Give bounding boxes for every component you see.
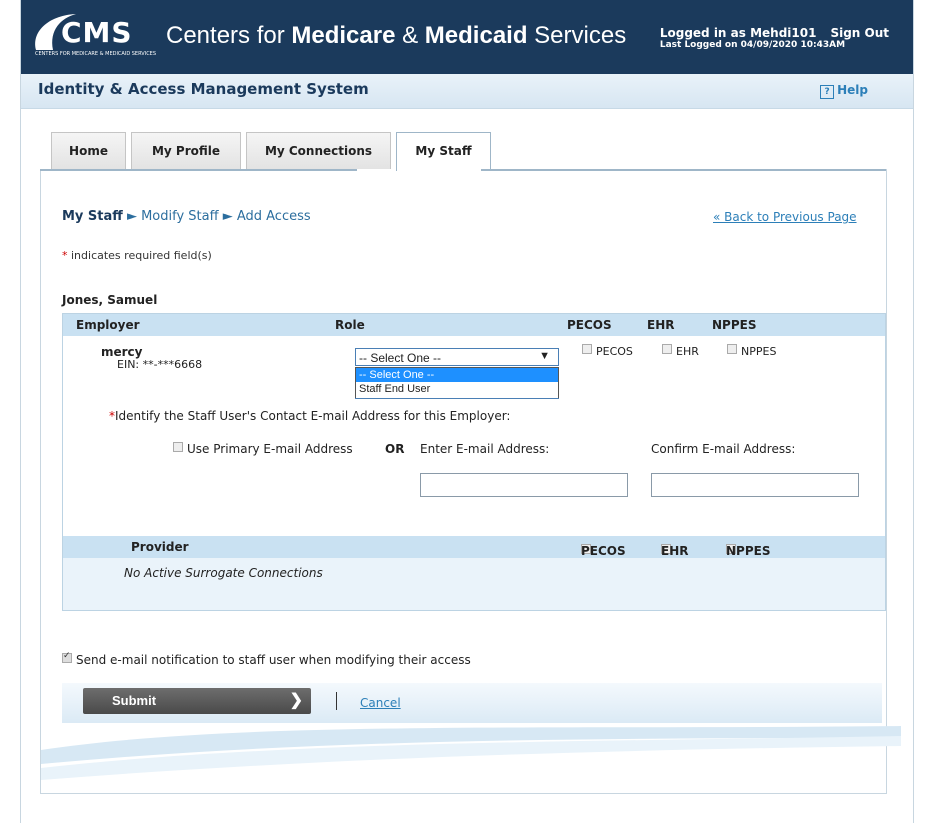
page-shell: CMS CENTERS FOR MEDICARE & MEDICAID SERV…: [20, 0, 914, 823]
email-prompt: *Identify the Staff User's Contact E-mai…: [109, 409, 510, 423]
role-select[interactable]: -- Select One -- ▼: [355, 348, 559, 366]
breadcrumb-root[interactable]: My Staff: [62, 209, 123, 224]
pecos-checkbox[interactable]: PECOS: [582, 344, 633, 358]
col-ehr: EHR: [647, 318, 675, 332]
logged-in-user: Logged in as Mehdi101: [659, 26, 817, 40]
provider-pecos-label: PECOS: [581, 544, 626, 558]
submit-label: Submit: [112, 693, 157, 708]
logo-text: CMS: [61, 16, 133, 49]
col-nppes: NPPES: [712, 318, 757, 332]
logo-subtext: CENTERS FOR MEDICARE & MEDICAID SERVICES: [35, 51, 157, 57]
provider-ehr-label: EHR: [661, 544, 689, 558]
login-info: Logged in as Mehdi101 Sign Out Last Logge…: [660, 26, 889, 50]
required-note-text: indicates required field(s): [67, 249, 212, 262]
col-provider: Provider: [131, 540, 189, 554]
enter-email-label: Enter E-mail Address:: [420, 442, 550, 456]
use-primary-email-checkbox[interactable]: Use Primary E-mail Address: [173, 442, 353, 456]
action-divider: [336, 692, 337, 710]
tab-my-staff[interactable]: My Staff: [396, 132, 491, 171]
dropdown-arrow-icon: ▼: [539, 350, 550, 362]
help-link[interactable]: ? Help: [820, 83, 868, 99]
checkbox-icon: [173, 442, 183, 452]
breadcrumb-leaf: Add Access: [236, 209, 311, 224]
provider-table-header: Provider PECOS EHR NPPES: [63, 536, 885, 558]
last-logged-on: Last Logged on 04/09/2020 10:43AM: [659, 40, 846, 50]
required-note: * indicates required field(s): [62, 249, 212, 262]
app-titlebar: Identity & Access Management System ? Hel…: [21, 74, 913, 109]
email-prompt-text: Identify the Staff User's Contact E-mail…: [115, 409, 511, 423]
employer-table-header: Employer Role PECOS EHR NPPES: [63, 314, 885, 336]
tab-home[interactable]: Home: [51, 132, 126, 169]
ehr-checkbox[interactable]: EHR: [662, 344, 699, 358]
role-option-staff-end-user[interactable]: Staff End User: [356, 382, 558, 396]
app-title: Identity & Access Management System: [38, 80, 369, 98]
breadcrumb: My Staff ► Modify Staff ► Add Access: [62, 209, 311, 224]
dropdown-underline: [355, 398, 559, 399]
provider-table-body: No Active Surrogate Connections: [63, 558, 885, 610]
employer-table: Employer Role PECOS EHR NPPES mercy EIN:…: [62, 313, 886, 611]
checkbox-icon: [662, 344, 672, 354]
checked-checkbox-icon: [62, 651, 72, 663]
help-label: Help: [837, 83, 868, 97]
tab-rule-right: [481, 169, 886, 171]
sign-out-link[interactable]: Sign Out: [830, 26, 889, 40]
ehr-checkbox-label: EHR: [676, 345, 699, 358]
breadcrumb-mid[interactable]: Modify Staff: [141, 209, 218, 224]
cancel-link[interactable]: Cancel: [360, 696, 401, 710]
employer-name: mercy: [101, 345, 143, 359]
checkbox-icon: [582, 344, 592, 354]
breadcrumb-sep: ►: [218, 209, 237, 224]
breadcrumb-sep: ►: [122, 209, 142, 224]
chevron-right-icon: ❯: [289, 692, 303, 709]
notify-label: Send e-mail notification to staff user w…: [76, 653, 471, 667]
tab-rule-left: [40, 169, 357, 171]
enter-email-input[interactable]: [420, 473, 628, 497]
confirm-email-input[interactable]: [651, 473, 859, 497]
submit-button[interactable]: Submit ❯: [83, 688, 311, 714]
no-connections-message: No Active Surrogate Connections: [124, 566, 323, 580]
tab-my-connections[interactable]: My Connections: [246, 132, 391, 169]
cms-logo[interactable]: CMS CENTERS FOR MEDICARE & MEDICAID SERV…: [31, 10, 166, 57]
provider-nppes-label: NPPES: [726, 544, 771, 558]
nppes-checkbox-label: NPPES: [741, 345, 777, 358]
role-option-select-one[interactable]: -- Select One --: [356, 368, 558, 382]
help-icon: ?: [820, 85, 835, 99]
staff-name: Jones, Samuel: [62, 293, 158, 307]
col-employer: Employer: [76, 318, 140, 332]
site-header: CMS CENTERS FOR MEDICARE & MEDICAID SERV…: [21, 0, 913, 74]
org-name: Centers for Medicare & Medicaid Services: [166, 22, 627, 49]
or-label: OR: [385, 442, 405, 456]
checkbox-icon: [727, 344, 737, 354]
nppes-checkbox[interactable]: NPPES: [727, 344, 776, 358]
pecos-checkbox-label: PECOS: [596, 345, 633, 358]
col-pecos: PECOS: [567, 318, 612, 332]
tab-my-profile[interactable]: My Profile: [131, 132, 241, 169]
role-dropdown-list: -- Select One -- Staff End User: [355, 367, 559, 399]
use-primary-email-label: Use Primary E-mail Address: [187, 442, 353, 456]
col-role: Role: [335, 318, 365, 332]
confirm-email-label: Confirm E-mail Address:: [651, 442, 796, 456]
back-to-previous-link[interactable]: « Back to Previous Page: [713, 210, 857, 224]
role-select-value: -- Select One --: [359, 351, 442, 365]
employer-ein: EIN: **-***6668: [117, 358, 203, 371]
notify-checkbox[interactable]: Send e-mail notification to staff user w…: [62, 651, 471, 667]
decorative-swoosh: [41, 726, 901, 780]
